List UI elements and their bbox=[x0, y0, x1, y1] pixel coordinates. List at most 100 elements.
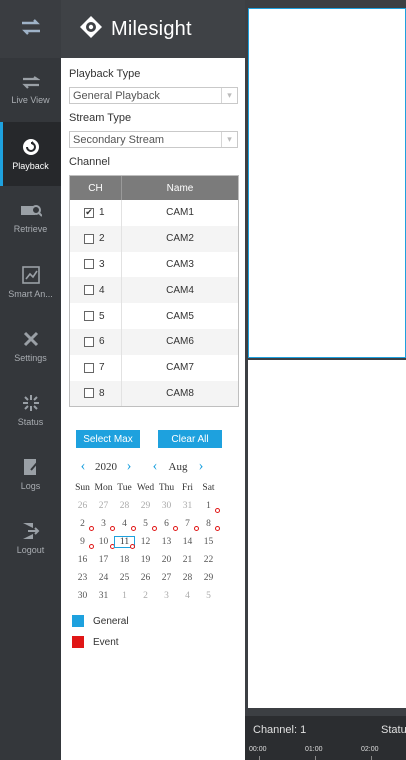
channel-checkbox[interactable]: ✔ bbox=[84, 207, 94, 218]
calendar-day[interactable]: 14 bbox=[177, 537, 198, 547]
channel-number: 7 bbox=[99, 362, 105, 374]
calendar-day[interactable]: 27 bbox=[156, 573, 177, 583]
channel-indicator: Channel: 1 bbox=[253, 724, 307, 736]
channel-checkbox[interactable] bbox=[84, 362, 94, 373]
calendar-day[interactable]: 10 bbox=[93, 537, 115, 550]
channel-number: 1 bbox=[99, 207, 105, 219]
calendar-day[interactable]: 27 bbox=[93, 501, 114, 511]
calendar-day[interactable]: 28 bbox=[114, 501, 135, 511]
nvr-app: Live View Playback Retrieve Smart An... … bbox=[0, 0, 406, 760]
nav-smart-analytics[interactable]: Smart An... bbox=[0, 250, 61, 314]
calendar-day-selected[interactable]: 11 bbox=[114, 536, 135, 550]
calendar-day[interactable]: 1 bbox=[198, 501, 220, 514]
channel-checkbox[interactable] bbox=[84, 285, 94, 296]
calendar-day[interactable]: 31 bbox=[177, 501, 198, 511]
calendar-day[interactable]: 1 bbox=[114, 591, 135, 601]
calendar-day[interactable]: 16 bbox=[72, 555, 93, 565]
calendar-day[interactable]: 9 bbox=[72, 537, 94, 550]
calendar-day[interactable]: 20 bbox=[156, 555, 177, 565]
nav-playback[interactable]: Playback bbox=[0, 122, 61, 186]
calendar-day[interactable]: 8 bbox=[198, 519, 220, 532]
channel-name: CAM2 bbox=[166, 233, 194, 245]
calendar-day[interactable]: 26 bbox=[72, 501, 93, 511]
table-row[interactable]: 2 CAM2 bbox=[70, 225, 238, 252]
calendar-day[interactable]: 4 bbox=[177, 591, 198, 601]
col-ch: CH bbox=[70, 176, 122, 200]
day-number: 15 bbox=[203, 537, 214, 548]
calendar-day[interactable]: 30 bbox=[72, 591, 93, 601]
channel-checkbox[interactable] bbox=[84, 388, 94, 399]
table-row[interactable]: 8 CAM8 bbox=[70, 380, 238, 407]
next-year-icon[interactable]: › bbox=[122, 459, 136, 474]
channel-cell: ✔ 1 bbox=[70, 200, 122, 226]
table-row[interactable]: 4 CAM4 bbox=[70, 277, 238, 304]
status-bar: Channel: 1 Statu 00:00 01:00 02:00 bbox=[245, 716, 406, 760]
calendar-day[interactable]: 21 bbox=[177, 555, 198, 565]
calendar-day[interactable]: 29 bbox=[135, 501, 156, 511]
select-max-button[interactable]: Select Max bbox=[76, 430, 140, 449]
calendar-day[interactable]: 24 bbox=[93, 573, 114, 583]
table-row[interactable]: 6 CAM6 bbox=[70, 328, 238, 355]
calendar-day[interactable]: 25 bbox=[114, 573, 135, 583]
calendar-day[interactable]: 22 bbox=[198, 555, 219, 565]
calendar-day[interactable]: 3 bbox=[93, 519, 115, 532]
swap-arrows-icon bbox=[20, 18, 42, 40]
stream-type-select[interactable]: Secondary Stream ▾ bbox=[69, 131, 238, 148]
channel-name: CAM8 bbox=[166, 387, 194, 399]
video-pane-1[interactable] bbox=[248, 8, 406, 358]
calendar-day[interactable]: 13 bbox=[156, 537, 177, 547]
brand-name: Milesight bbox=[111, 17, 192, 40]
calendar-days: 26 27 28 29 30 31 1 2 3 4 5 6 7 8 9 10 11 12 13 14 15 16 17 18 1… bbox=[72, 497, 238, 605]
table-row[interactable]: 3 CAM3 bbox=[70, 251, 238, 278]
calendar-day[interactable]: 17 bbox=[93, 555, 114, 565]
calendar-day[interactable]: 18 bbox=[114, 555, 135, 565]
channel-number: 8 bbox=[99, 387, 105, 399]
channel-checkbox[interactable] bbox=[84, 233, 94, 244]
calendar-day[interactable]: 5 bbox=[135, 519, 157, 532]
playback-type-label: Playback Type bbox=[69, 68, 141, 80]
calendar-day[interactable]: 31 bbox=[93, 591, 114, 601]
nav-settings[interactable]: Settings bbox=[0, 314, 61, 378]
nav-retrieve[interactable]: Retrieve bbox=[0, 186, 61, 250]
channel-label: Channel bbox=[69, 156, 110, 168]
playback-type-select[interactable]: General Playback ▾ bbox=[69, 87, 238, 104]
calendar-day[interactable]: 15 bbox=[198, 537, 219, 547]
video-pane-2[interactable] bbox=[248, 360, 406, 708]
channel-checkbox[interactable] bbox=[84, 311, 94, 322]
next-month-icon[interactable]: › bbox=[194, 459, 208, 474]
nav-logs[interactable]: Logs bbox=[0, 442, 61, 506]
prev-year-icon[interactable]: ‹ bbox=[76, 459, 90, 474]
calendar-day[interactable]: 26 bbox=[135, 573, 156, 583]
calendar-day[interactable]: 19 bbox=[135, 555, 156, 565]
weekday-label: Thu bbox=[158, 483, 175, 494]
table-row[interactable]: ✔ 1 CAM1 bbox=[70, 200, 238, 226]
nav-live-view[interactable]: Live View bbox=[0, 58, 61, 122]
calendar-nav: ‹ 2020 › ‹ Aug › bbox=[69, 459, 238, 474]
channel-name: CAM6 bbox=[166, 336, 194, 348]
legend-general: General bbox=[72, 615, 238, 628]
channel-cell: 4 bbox=[70, 277, 122, 304]
nav-status[interactable]: Status bbox=[0, 378, 61, 442]
clear-all-button[interactable]: Clear All bbox=[158, 430, 222, 449]
calendar-day[interactable]: 29 bbox=[198, 573, 219, 583]
calendar-day[interactable]: 23 bbox=[72, 573, 93, 583]
channel-name: CAM4 bbox=[166, 284, 194, 296]
day-number: 11 bbox=[119, 537, 130, 548]
calendar-day[interactable]: 30 bbox=[156, 501, 177, 511]
channel-checkbox[interactable] bbox=[84, 336, 94, 347]
prev-month-icon[interactable]: ‹ bbox=[148, 459, 162, 474]
calendar-day[interactable]: 12 bbox=[135, 537, 156, 547]
calendar-day[interactable]: 6 bbox=[156, 519, 178, 532]
table-row[interactable]: 7 CAM7 bbox=[70, 354, 238, 381]
calendar-day[interactable]: 2 bbox=[135, 591, 156, 601]
menu-toggle[interactable] bbox=[0, 0, 61, 58]
nav-logout[interactable]: Logout bbox=[0, 506, 61, 570]
calendar-day[interactable]: 7 bbox=[177, 519, 199, 532]
calendar-day[interactable]: 5 bbox=[198, 591, 219, 601]
channel-checkbox[interactable] bbox=[84, 259, 94, 270]
calendar-day[interactable]: 28 bbox=[177, 573, 198, 583]
calendar-day[interactable]: 4 bbox=[114, 519, 136, 532]
table-row[interactable]: 5 CAM5 bbox=[70, 303, 238, 329]
calendar-day[interactable]: 3 bbox=[156, 591, 177, 601]
calendar-day[interactable]: 2 bbox=[72, 519, 94, 532]
